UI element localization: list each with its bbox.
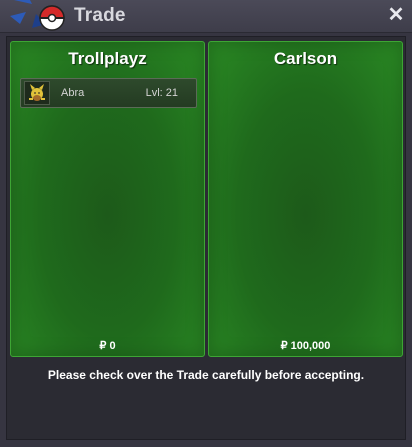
right-player-name: Carlson bbox=[273, 49, 338, 68]
right-trade-panel: Carlson ₽ 100,000 bbox=[208, 41, 403, 357]
close-icon[interactable]: ✕ bbox=[385, 3, 407, 27]
trade-item-row[interactable]: Abra Lvl: 21 bbox=[20, 78, 197, 108]
pokeball-arrows-icon bbox=[10, 0, 65, 31]
right-money-amount: ₽ 100,000 bbox=[280, 340, 331, 352]
trade-window: Trade ✕ Trollplayz Abra Lvl: 21 ₽ 0 Carl… bbox=[0, 0, 412, 447]
left-money-amount: ₽ 0 bbox=[99, 340, 116, 352]
trade-warning-message: Please check over the Trade carefully be… bbox=[47, 368, 365, 382]
window-title: Trade bbox=[74, 5, 126, 26]
item-level: Lvl: 21 bbox=[145, 87, 178, 99]
left-trade-panel: Trollplayz Abra Lvl: 21 ₽ 0 bbox=[10, 41, 205, 357]
item-name: Abra bbox=[61, 87, 85, 99]
left-player-name: Trollplayz bbox=[68, 49, 147, 68]
abra-sprite-icon bbox=[24, 81, 50, 105]
title-bar[interactable]: Trade ✕ bbox=[0, 0, 412, 33]
trade-panels: Trollplayz Abra Lvl: 21 ₽ 0 Carlson ₽ 10… bbox=[6, 36, 406, 440]
